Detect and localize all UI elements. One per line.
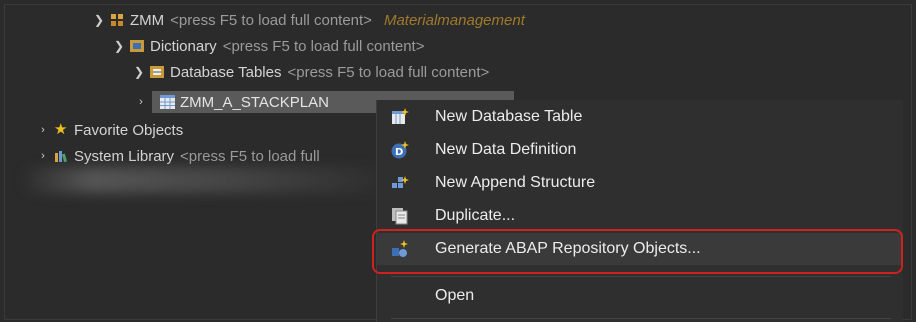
highlight-annotation bbox=[372, 229, 903, 274]
menu-item-label: New Append Structure bbox=[435, 174, 596, 191]
zmm-hint: <press F5 to load full content> bbox=[170, 11, 372, 29]
tree-node-favorite-objects[interactable]: › ★ Favorite Objects bbox=[36, 119, 183, 141]
append-structure-icon bbox=[391, 174, 409, 192]
star-icon: ★ bbox=[54, 121, 68, 138]
menu-item-label: Open bbox=[435, 287, 475, 304]
folder-tables-icon bbox=[150, 65, 164, 79]
menu-item-duplicate[interactable]: Duplicate... bbox=[377, 200, 903, 232]
blurred-content bbox=[20, 167, 380, 193]
dictionary-label: Dictionary bbox=[150, 37, 217, 55]
dictionary-hint: <press F5 to load full content> bbox=[222, 37, 425, 55]
database-tables-label: Database Tables bbox=[170, 63, 282, 81]
zmm-label: ZMM bbox=[130, 11, 165, 29]
chevron-right-icon[interactable]: › bbox=[134, 96, 148, 108]
menu-separator bbox=[391, 276, 891, 277]
chevron-right-icon[interactable]: › bbox=[36, 124, 50, 136]
menu-item-open[interactable]: Open bbox=[377, 280, 903, 312]
tree-node-dictionary[interactable]: ❯ Dictionary <press F5 to load full cont… bbox=[112, 35, 425, 57]
package-icon bbox=[110, 13, 124, 27]
stackplan-label: ZMM_A_STACKPLAN bbox=[180, 93, 329, 111]
menu-item-label: New Data Definition bbox=[435, 141, 577, 158]
menu-item-new-database-table[interactable]: New Database Table bbox=[377, 101, 903, 133]
system-library-hint: <press F5 to load full bbox=[180, 147, 320, 165]
duplicate-icon bbox=[391, 207, 409, 225]
menu-item-new-data-definition[interactable]: D New Data Definition bbox=[377, 134, 903, 166]
system-library-label: System Library bbox=[74, 147, 175, 165]
tree-node-database-tables[interactable]: ❯ Database Tables <press F5 to load full… bbox=[132, 61, 489, 83]
favorite-objects-label: Favorite Objects bbox=[74, 121, 184, 139]
context-menu: New Database Table D New Data Definition… bbox=[376, 100, 903, 322]
svg-text:D: D bbox=[395, 147, 403, 158]
library-icon bbox=[54, 149, 68, 163]
database-tables-hint: <press F5 to load full content> bbox=[287, 63, 490, 81]
menu-item-label: New Database Table bbox=[435, 108, 583, 125]
chevron-right-icon[interactable]: › bbox=[36, 150, 50, 162]
table-icon bbox=[160, 95, 175, 109]
menu-item-label: Duplicate... bbox=[435, 207, 516, 224]
menu-item-icon-placeholder bbox=[391, 287, 409, 305]
zmm-description: Materialmanagement bbox=[383, 11, 525, 29]
menu-item-new-append-structure[interactable]: New Append Structure bbox=[377, 167, 903, 199]
tree-node-zmm[interactable]: ❯ ZMM <press F5 to load full content> Ma… bbox=[92, 9, 525, 31]
tree-node-zmm-a-stackplan[interactable]: › ZMM_A_STACKPLAN bbox=[134, 91, 329, 113]
dictionary-icon bbox=[130, 39, 144, 53]
tree-node-system-library[interactable]: › System Library <press F5 to load full bbox=[36, 145, 320, 167]
chevron-down-icon[interactable]: ❯ bbox=[132, 65, 146, 79]
chevron-down-icon[interactable]: ❯ bbox=[112, 39, 126, 53]
new-table-icon bbox=[391, 108, 409, 126]
chevron-down-icon[interactable]: ❯ bbox=[92, 13, 106, 27]
menu-separator bbox=[391, 318, 891, 319]
data-definition-icon: D bbox=[391, 141, 409, 159]
